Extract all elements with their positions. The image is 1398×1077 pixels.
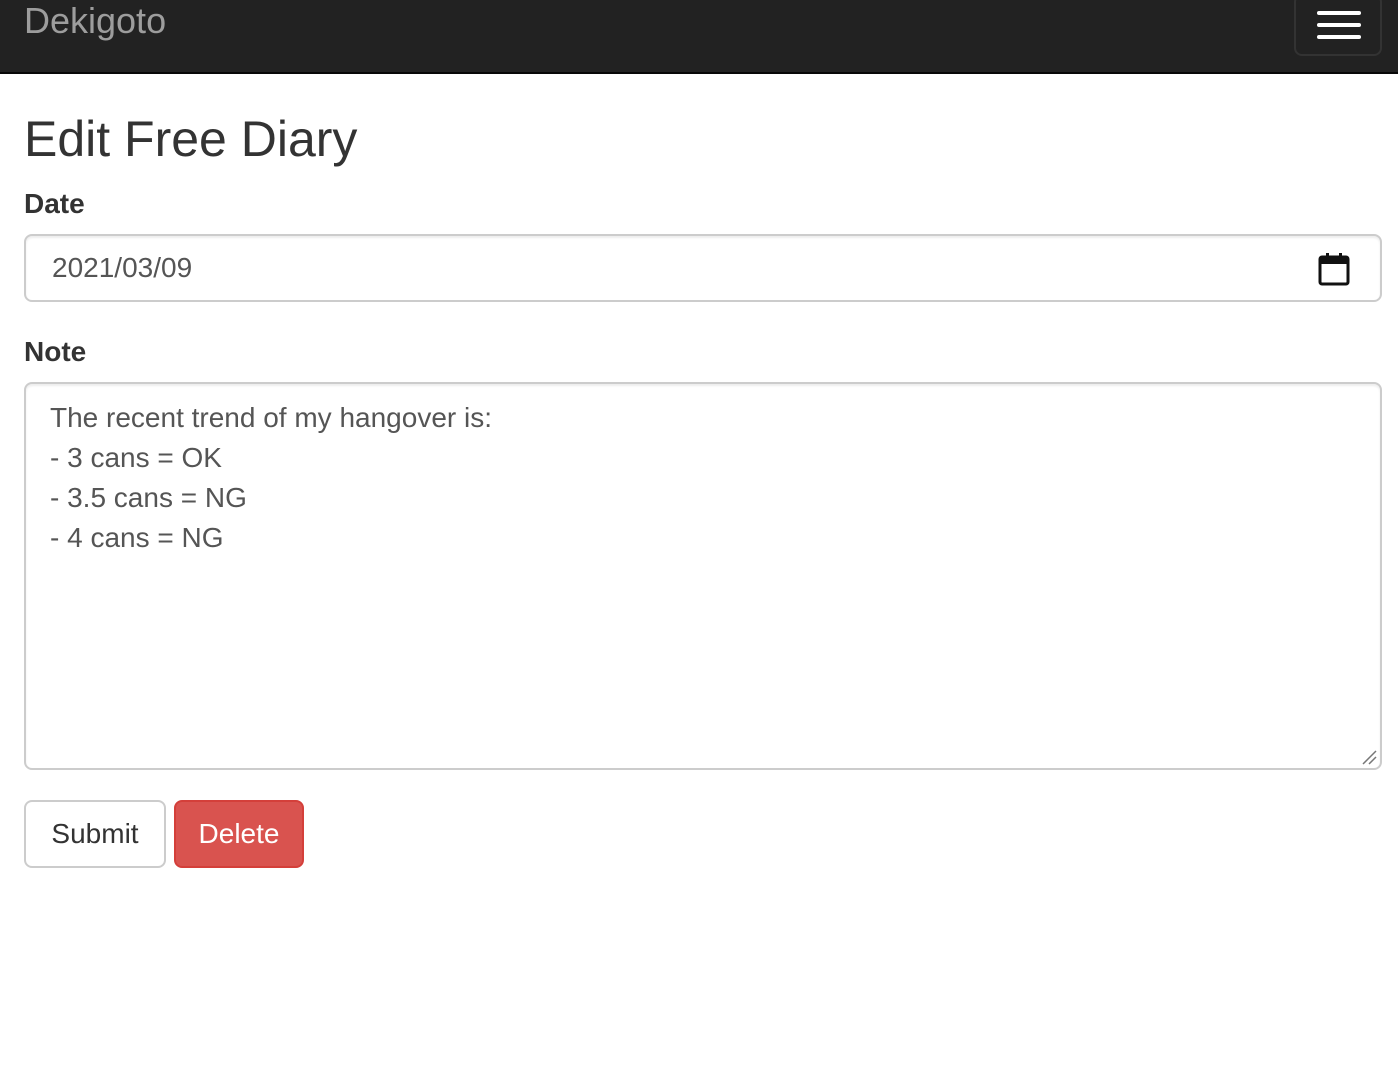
delete-button[interactable]: Delete [174,800,304,868]
date-input[interactable]: 2021/03/09 [24,234,1382,302]
resize-grip-icon[interactable] [1360,748,1378,766]
top-navbar: Dekigoto [0,0,1398,74]
calendar-icon[interactable] [1318,252,1350,286]
date-value: 2021/03/09 [52,252,193,283]
note-line: The recent trend of my hangover is: [50,402,492,433]
note-line: - 4 cans = NG [50,522,224,553]
page-title: Edit Free Diary [24,111,358,167]
submit-button[interactable]: Submit [24,800,166,868]
brand-link[interactable]: Dekigoto [24,0,166,46]
menu-toggle-button[interactable] [1294,0,1382,56]
date-label: Date [24,188,85,219]
note-textarea[interactable]: The recent trend of my hangover is: - 3 … [24,382,1382,770]
note-line: - 3 cans = OK [50,442,222,473]
note-label: Note [24,336,87,367]
note-text: The recent trend of my hangover is: - 3 … [50,398,492,558]
note-line: - 3.5 cans = NG [50,482,247,513]
